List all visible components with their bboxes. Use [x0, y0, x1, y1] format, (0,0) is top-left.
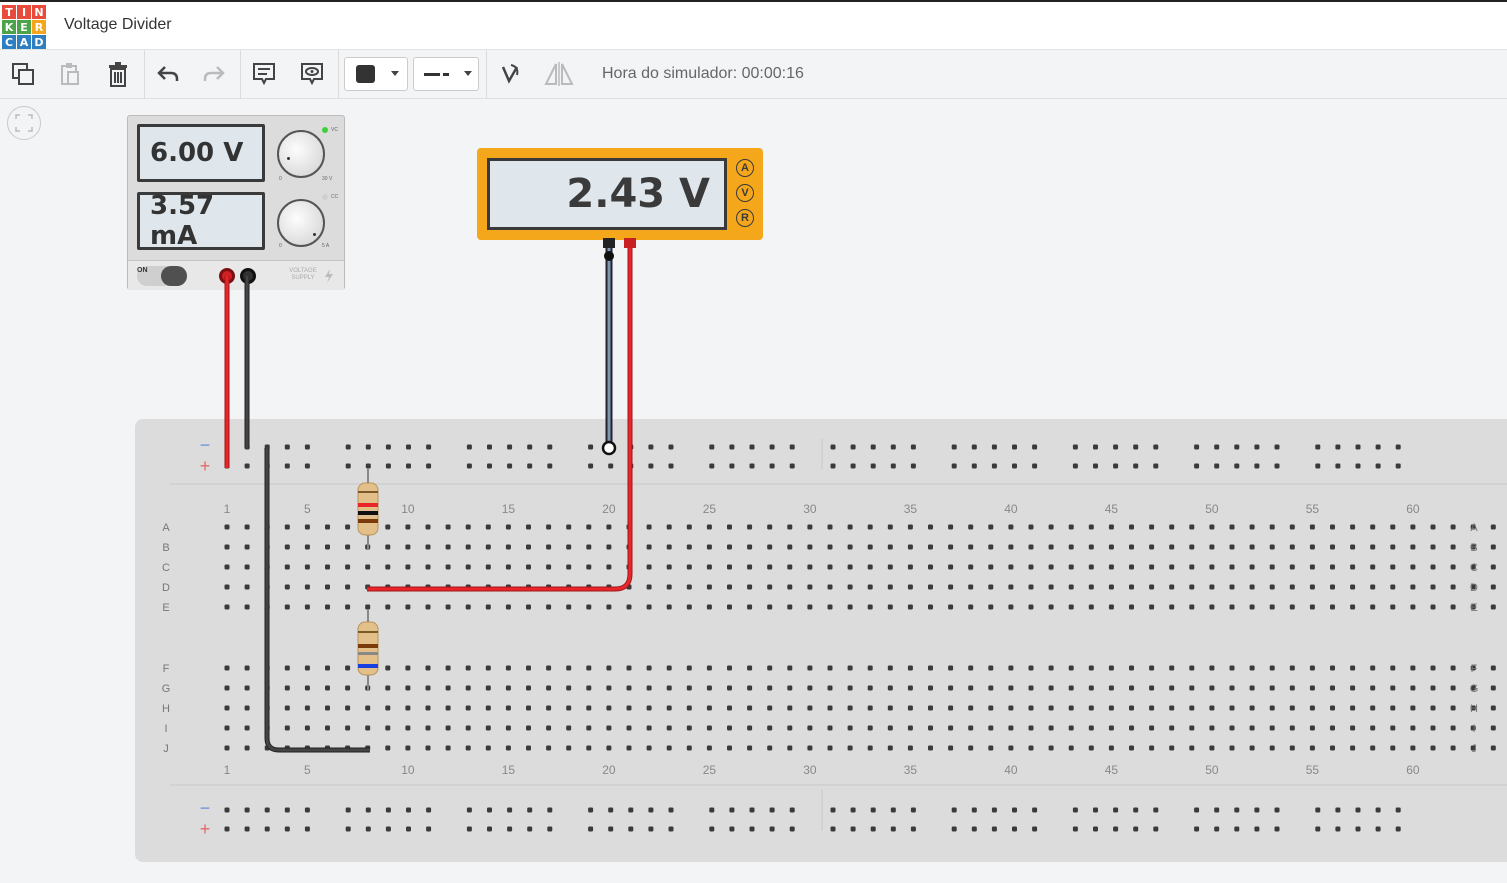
logo-letter: T — [2, 5, 16, 19]
simulator-time: Hora do simulador: 00:00:16 — [602, 65, 804, 82]
logo-letter: A — [17, 35, 31, 49]
resistor-r1[interactable] — [357, 468, 379, 550]
logo-letter: K — [2, 20, 16, 34]
chevron-down-icon — [464, 71, 472, 76]
color-dropdown[interactable] — [344, 57, 408, 91]
color-swatch — [356, 65, 375, 83]
toolbar: Hora do simulador: 00:00:16 — [0, 50, 1507, 99]
logo-letter: N — [32, 5, 46, 19]
redo-icon[interactable] — [194, 50, 234, 98]
line-style-dropdown[interactable] — [413, 57, 479, 91]
view-notes-icon[interactable] — [292, 50, 332, 98]
delete-icon[interactable] — [98, 50, 138, 98]
notes-icon[interactable] — [244, 50, 284, 98]
circuit-wires — [224, 238, 636, 753]
probe-negative-plug — [603, 238, 615, 248]
rotate-icon[interactable] — [490, 50, 530, 98]
flip-icon[interactable] — [539, 50, 579, 98]
resistor-r2[interactable] — [357, 609, 379, 690]
probe-positive-wire[interactable] — [367, 243, 633, 592]
paste-icon[interactable] — [50, 50, 90, 98]
logo-letter: E — [17, 20, 31, 34]
probe-negative-tip — [604, 251, 614, 261]
ground-jumper-wire[interactable] — [264, 448, 370, 753]
copy-icon[interactable] — [3, 50, 43, 98]
tinkercad-logo[interactable]: TIN KER CAD — [2, 5, 46, 49]
probe-positive-plug — [624, 238, 636, 248]
circuit-canvas[interactable]: 6.00 V 3.57 mA VC CC 0 30 V 0 5 A ON VOL… — [0, 98, 1507, 883]
probe-negative-endpoint[interactable] — [601, 440, 617, 456]
app-header: TIN KER CAD Voltage Divider — [0, 0, 1507, 50]
chevron-down-icon — [391, 71, 399, 76]
line-style-icon — [424, 73, 449, 76]
design-title[interactable]: Voltage Divider — [64, 16, 172, 34]
undo-icon[interactable] — [148, 50, 188, 98]
logo-letter: I — [17, 5, 31, 19]
logo-letter: R — [32, 20, 46, 34]
logo-letter: C — [2, 35, 16, 49]
logo-letter: D — [32, 35, 46, 49]
